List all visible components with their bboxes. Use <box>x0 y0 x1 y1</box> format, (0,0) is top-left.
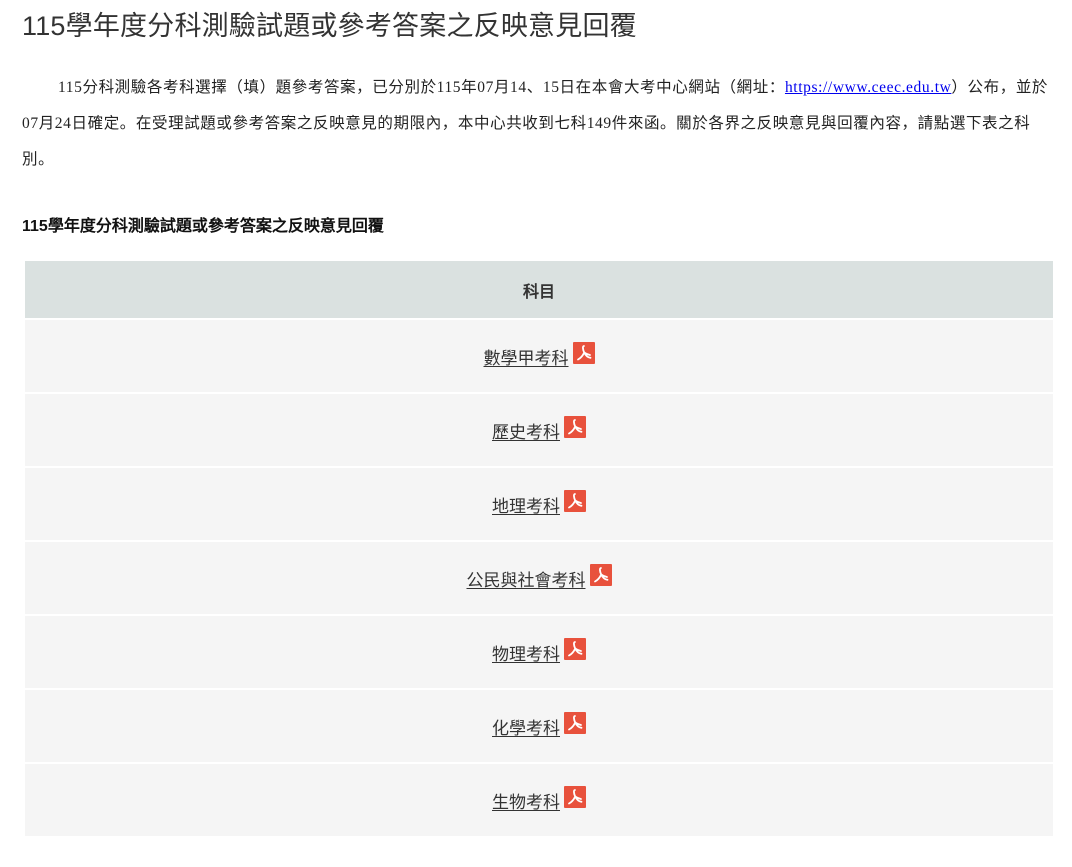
intro-text-before-link: 115分科測驗各考科選擇（填）題參考答案，已分別於115年07月14、15日在本… <box>58 79 785 96</box>
table-row: 生物考科 <box>25 764 1053 836</box>
subject-link-civics[interactable]: 公民與社會考科 <box>466 564 612 591</box>
subject-link-chemistry[interactable]: 化學考科 <box>492 712 586 739</box>
subject-label: 公民與社會考科 <box>466 570 586 590</box>
subject-label: 化學考科 <box>492 718 560 738</box>
pdf-icon[interactable] <box>564 490 586 512</box>
pdf-icon[interactable] <box>564 416 586 438</box>
pdf-icon[interactable] <box>564 638 586 660</box>
subject-link-biology[interactable]: 生物考科 <box>492 786 586 813</box>
page-title: 115學年度分科測驗試題或參考答案之反映意見回覆 <box>22 11 637 41</box>
table-header-subject: 科目 <box>25 261 1053 318</box>
table-row: 地理考科 <box>25 468 1053 540</box>
subject-label: 物理考科 <box>492 644 560 664</box>
table-title: 115學年度分科測驗試題或參考答案之反映意見回覆 <box>22 218 384 235</box>
ceec-website-link[interactable]: https://www.ceec.edu.tw <box>785 79 951 96</box>
subject-link-geography[interactable]: 地理考科 <box>492 490 586 517</box>
subject-link-history[interactable]: 歷史考科 <box>492 416 586 443</box>
table-row: 數學甲考科 <box>25 320 1053 392</box>
subject-link-physics[interactable]: 物理考科 <box>492 638 586 665</box>
subject-label: 歷史考科 <box>492 422 560 442</box>
subject-label: 生物考科 <box>492 792 560 812</box>
subject-table: 科目 數學甲考科 歷史考科 地理考科 公民與社會考科 物理考科 化學考科 生物考… <box>25 261 1053 836</box>
pdf-icon[interactable] <box>564 712 586 734</box>
table-row: 物理考科 <box>25 616 1053 688</box>
pdf-icon[interactable] <box>572 342 595 364</box>
subject-label: 地理考科 <box>492 496 560 516</box>
table-row: 化學考科 <box>25 690 1053 762</box>
subject-label: 數學甲考科 <box>483 348 569 368</box>
pdf-icon[interactable] <box>589 564 612 586</box>
pdf-icon[interactable] <box>564 786 586 808</box>
table-row: 歷史考科 <box>25 394 1053 466</box>
subject-link-math-a[interactable]: 數學甲考科 <box>483 342 595 369</box>
table-row: 公民與社會考科 <box>25 542 1053 614</box>
intro-paragraph: 115分科測驗各考科選擇（填）題參考答案，已分別於115年07月14、15日在本… <box>22 70 1050 178</box>
